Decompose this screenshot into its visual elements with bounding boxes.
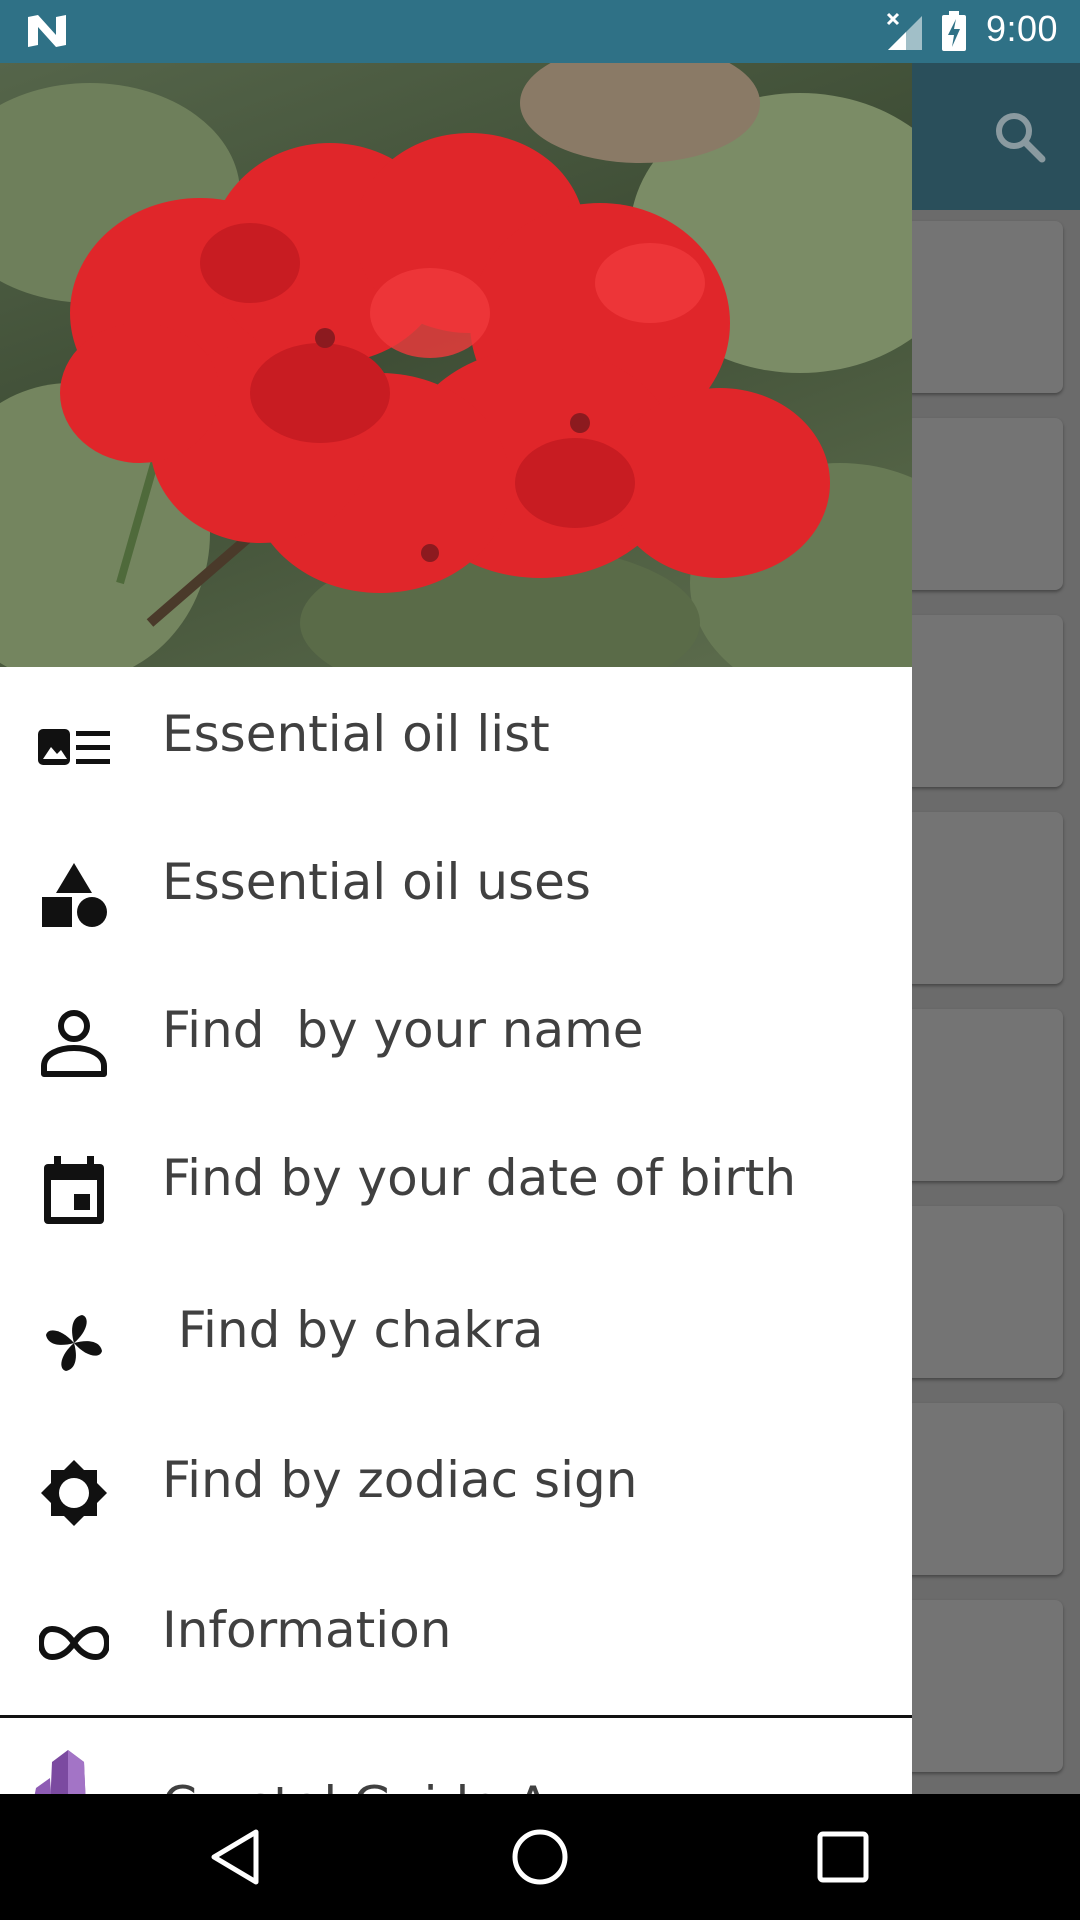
crystal-icon (28, 1748, 108, 1794)
brightness-icon (38, 1457, 110, 1529)
list-card[interactable] (905, 1403, 1063, 1575)
person-outline-icon (38, 1007, 110, 1079)
shapes-icon (38, 859, 110, 931)
home-icon[interactable] (509, 1826, 571, 1888)
menu-item-information[interactable]: Information (0, 1563, 912, 1711)
menu-item-find-by-zodiac[interactable]: Find by zodiac sign (0, 1413, 912, 1561)
battery-charging-icon (942, 11, 966, 55)
status-time: 9:00 (986, 8, 1059, 49)
menu-item-label: Find by your name (162, 1001, 644, 1059)
infinity-icon (38, 1607, 110, 1679)
list-card[interactable] (905, 418, 1063, 590)
menu-item-label: Find by zodiac sign (162, 1451, 638, 1509)
menu-item-find-by-name[interactable]: Find by your name (0, 963, 912, 1111)
system-navigation-bar (0, 1794, 1080, 1920)
list-card[interactable] (905, 812, 1063, 984)
menu-item-label: Find by your date of birth (162, 1149, 797, 1207)
status-bar: 9:00 (0, 0, 1080, 63)
menu-item-find-by-birth-date[interactable]: Find by your date of birth (0, 1111, 912, 1259)
signal-no-data-icon (884, 12, 924, 56)
menu-item-essential-oil-uses[interactable]: Essential oil uses (0, 815, 912, 963)
menu-item-essential-oil-list[interactable]: Essential oil list (0, 667, 912, 815)
menu-item-crystal-guide-app[interactable]: Crystal Guide App (0, 1718, 912, 1794)
calendar-icon (38, 1155, 110, 1227)
menu-item-label: Crystal Guide App (162, 1776, 614, 1794)
notification-n-icon (26, 13, 68, 53)
menu-item-label: Find by chakra (162, 1301, 544, 1359)
recents-icon[interactable] (812, 1826, 874, 1888)
navigation-drawer: Essential oil list Essential oil uses Fi… (0, 63, 912, 1794)
menu-item-label: Essential oil list (162, 705, 550, 763)
back-icon[interactable] (206, 1826, 268, 1888)
list-card[interactable] (905, 1009, 1063, 1181)
list-image-icon (38, 711, 110, 783)
drawer-header-image (0, 63, 912, 667)
search-icon[interactable] (992, 109, 1048, 169)
list-card[interactable] (905, 615, 1063, 787)
pinwheel-icon (38, 1307, 110, 1379)
list-card[interactable] (905, 1600, 1063, 1772)
menu-item-find-by-chakra[interactable]: Find by chakra (0, 1263, 912, 1411)
menu-item-label: Information (162, 1601, 452, 1659)
list-card[interactable] (905, 1206, 1063, 1378)
menu-item-label: Essential oil uses (162, 853, 591, 911)
list-card[interactable] (905, 221, 1063, 393)
